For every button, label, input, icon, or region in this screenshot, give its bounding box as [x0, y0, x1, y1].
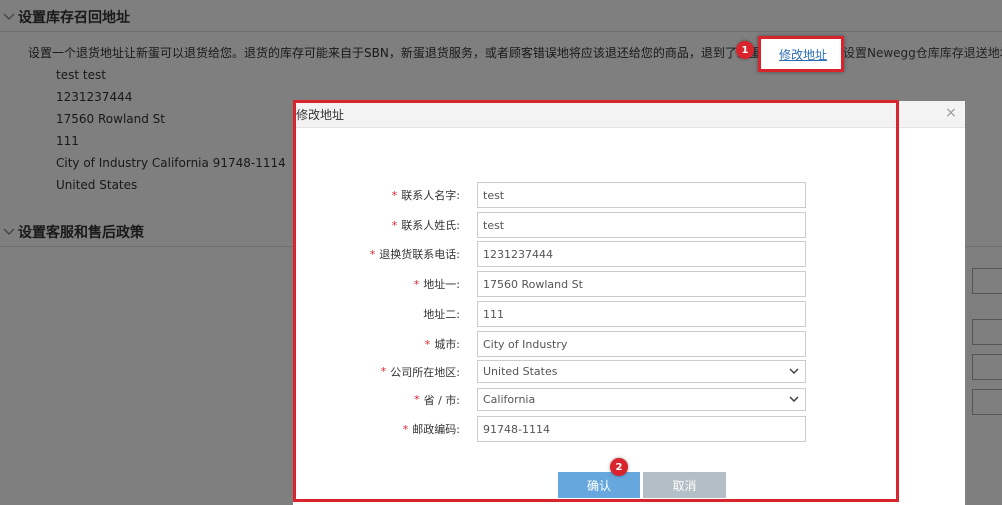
description-tail: 设置Newegg仓库库存退送地址。 [843, 46, 1002, 60]
field-label: 公司所在地区: [390, 365, 460, 379]
phone-input[interactable] [477, 241, 806, 267]
step-badge: 2 [610, 458, 628, 476]
field-label: 省 / 市: [423, 393, 460, 407]
required-mark: * [424, 337, 431, 351]
step-badge: 1 [736, 41, 754, 59]
required-mark: * [380, 365, 387, 378]
country-select[interactable]: United States [477, 360, 806, 383]
chevron-down-icon [787, 392, 801, 406]
modal-title: 修改地址 [296, 107, 345, 122]
form-row-city: * 城市: [293, 331, 813, 357]
edit-address-link[interactable]: 修改地址 [779, 46, 827, 63]
field-label: 地址二: [423, 308, 460, 321]
table-cell [972, 268, 1002, 294]
form-row-address2: 地址二: [293, 301, 813, 327]
field-label: 城市: [434, 338, 460, 351]
table-cell [972, 354, 1002, 380]
city-input[interactable] [477, 331, 806, 357]
required-mark: * [369, 247, 376, 261]
field-label: 联系人名字: [401, 189, 460, 202]
first-name-input[interactable] [477, 182, 806, 208]
field-label: 地址一: [423, 278, 460, 291]
background-table-edge [965, 101, 1002, 505]
required-mark: * [391, 188, 398, 202]
required-mark: * [413, 277, 420, 291]
field-label: 联系人姓氏: [401, 219, 460, 232]
required-mark: * [402, 422, 409, 436]
form-row-first-name: * 联系人名字: [293, 182, 813, 208]
zip-input[interactable] [477, 416, 806, 442]
required-mark: * [414, 393, 420, 406]
form-row-zip: * 邮政编码: [293, 416, 813, 442]
form-row-address1: * 地址一: [293, 271, 813, 297]
address1-input[interactable] [477, 271, 806, 297]
chevron-down-icon [787, 364, 801, 378]
field-label: 退换货联系电话: [379, 248, 460, 261]
last-name-input[interactable] [477, 212, 806, 238]
field-label: 邮政编码: [412, 423, 460, 436]
state-select[interactable]: California [477, 388, 806, 411]
country-select-value: United States [483, 365, 558, 378]
form-row-state: * 省 / 市: California [293, 388, 813, 414]
form-row-country: * 公司所在地区: United States [293, 360, 813, 386]
state-select-value: California [483, 393, 536, 406]
confirm-button[interactable]: 确认 [558, 472, 640, 498]
edit-address-modal: 修改地址 × *联系人名字: *联系人姓氏: *退换货联系电话: *地址一: 地… [293, 101, 965, 505]
form-row-phone: * 退换货联系电话: [293, 241, 813, 267]
edit-address-highlight: 修改地址 [758, 36, 844, 72]
table-cell [972, 319, 1002, 345]
form-row-last-name: * 联系人姓氏: [293, 212, 813, 238]
address2-input[interactable] [477, 301, 806, 327]
cancel-button[interactable]: 取消 [643, 472, 726, 498]
table-cell [972, 389, 1002, 415]
modal-header: 修改地址 × [293, 101, 965, 128]
close-icon[interactable]: × [943, 105, 959, 121]
required-mark: * [391, 218, 398, 232]
